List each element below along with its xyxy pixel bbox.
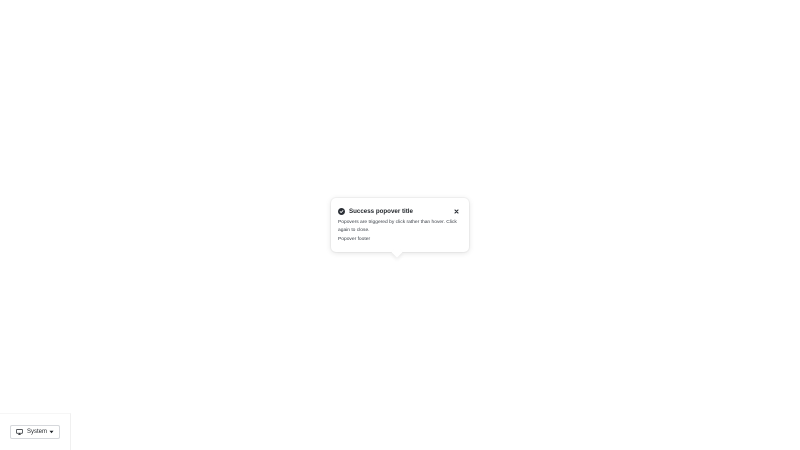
theme-select[interactable]: System	[10, 425, 60, 439]
popover-header: Success popover title	[338, 206, 462, 216]
popover-body: Popovers are triggered by click rather t…	[338, 220, 457, 233]
success-check-icon	[338, 207, 345, 215]
caret-down-icon	[49, 430, 54, 434]
success-popover: Success popover title Popovers are trigg…	[331, 198, 469, 258]
theme-select-value: System	[27, 429, 48, 435]
popover-arrow	[391, 246, 403, 258]
popover-footer: Popover footer	[338, 237, 371, 243]
close-icon	[453, 208, 459, 214]
monitor-icon	[16, 429, 23, 435]
page: Success popover title Popovers are trigg…	[0, 0, 800, 450]
popover-title: Success popover title	[349, 207, 413, 215]
close-button[interactable]	[452, 207, 460, 215]
